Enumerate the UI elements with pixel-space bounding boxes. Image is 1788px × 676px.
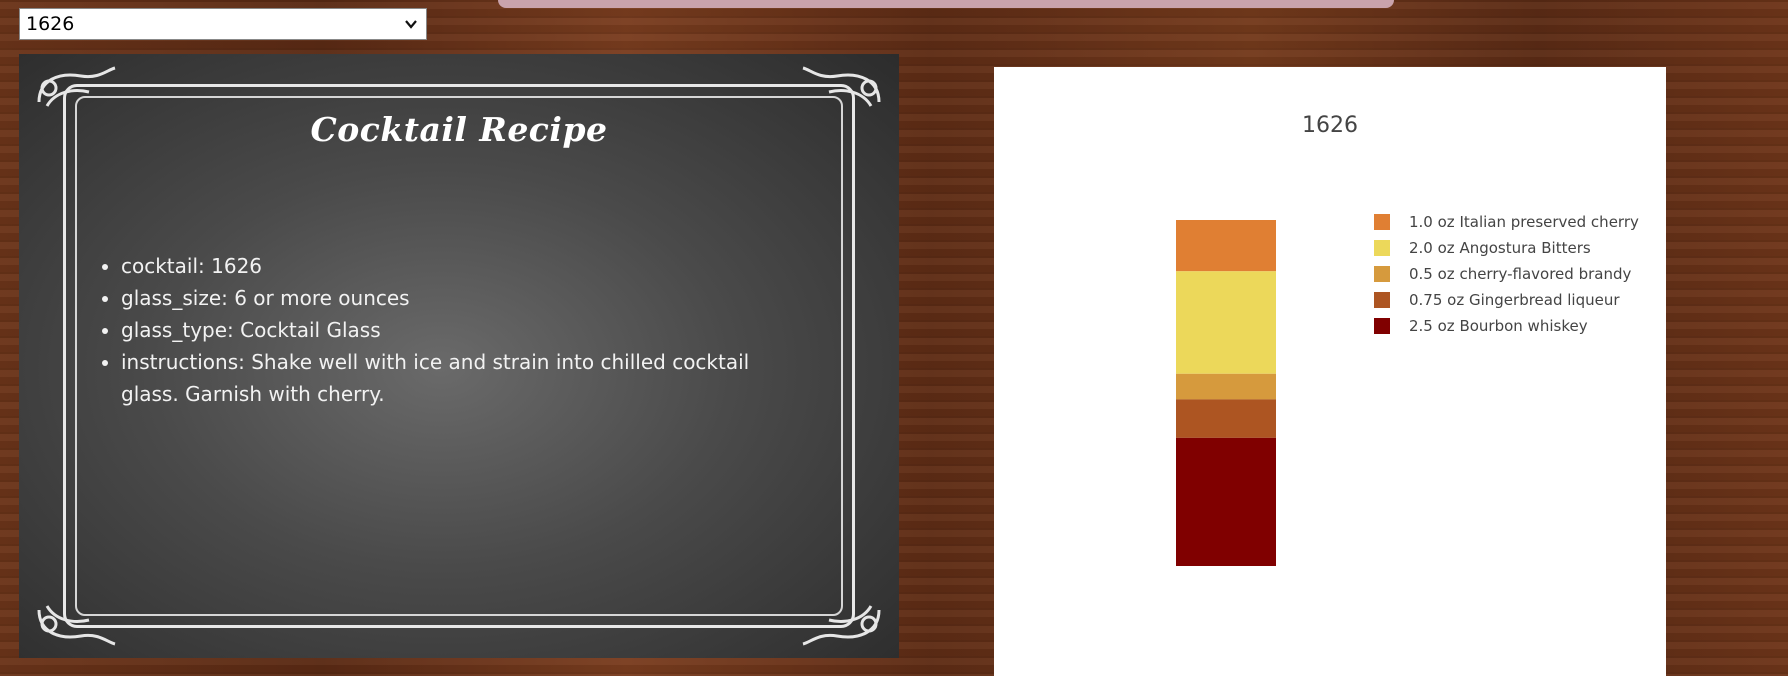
bar-segment-4[interactable] (1176, 437, 1276, 566)
legend-swatch (1374, 318, 1390, 334)
bar-segment-0[interactable] (1176, 220, 1276, 272)
legend-item[interactable]: 1.0 oz Italian preserved cherry (1374, 211, 1639, 233)
legend-label: 0.5 oz cherry-flavored brandy (1409, 265, 1632, 283)
bar-segment-2[interactable] (1176, 373, 1276, 400)
bar-segment-3[interactable] (1176, 399, 1276, 438)
corner-ornament-bottom-right (802, 605, 881, 646)
recipe-item-cocktail: cocktail: 1626 (121, 250, 811, 282)
legend-item[interactable]: 0.5 oz cherry-flavored brandy (1374, 263, 1631, 285)
legend-swatch (1374, 266, 1390, 282)
cocktail-select[interactable]: 1626 (19, 8, 427, 40)
recipe-item-glass-type: glass_type: Cocktail Glass (121, 314, 811, 346)
recipe-item-glass-size: glass_size: 6 or more ounces (121, 282, 811, 314)
legend-label: 0.75 oz Gingerbread liqueur (1409, 291, 1620, 309)
recipe-list: cocktail: 1626 glass_size: 6 or more oun… (101, 250, 811, 410)
legend-swatch (1374, 292, 1390, 308)
bar-segment-1[interactable] (1176, 271, 1276, 374)
legend-item[interactable]: 2.5 oz Bourbon whiskey (1374, 315, 1588, 337)
corner-ornament-bottom-left (37, 605, 116, 646)
cocktail-select-value: 1626 (26, 13, 75, 35)
legend-swatch (1374, 240, 1390, 256)
legend-label: 2.0 oz Angostura Bitters (1409, 239, 1591, 257)
top-banner-strip (498, 0, 1394, 8)
recipe-item-instructions: instructions: Shake well with ice and st… (121, 346, 811, 410)
stacked-bar-chart (1176, 220, 1276, 566)
legend-swatch (1374, 214, 1390, 230)
legend-item[interactable]: 2.0 oz Angostura Bitters (1374, 237, 1591, 259)
legend-label: 1.0 oz Italian preserved cherry (1409, 213, 1639, 231)
legend-label: 2.5 oz Bourbon whiskey (1409, 317, 1588, 335)
chevron-down-icon (405, 20, 417, 29)
corner-ornament-top-left (37, 66, 116, 107)
ingredients-chart-panel: 1626 1.0 oz Italian preserved cherry 2.0 … (994, 67, 1666, 676)
legend-item[interactable]: 0.75 oz Gingerbread liqueur (1374, 289, 1620, 311)
recipe-chalkboard: Cocktail Recipe cocktail: 1626 glass_siz… (19, 54, 899, 658)
corner-ornament-top-right (802, 66, 881, 107)
recipe-title: Cocktail Recipe (310, 110, 608, 149)
